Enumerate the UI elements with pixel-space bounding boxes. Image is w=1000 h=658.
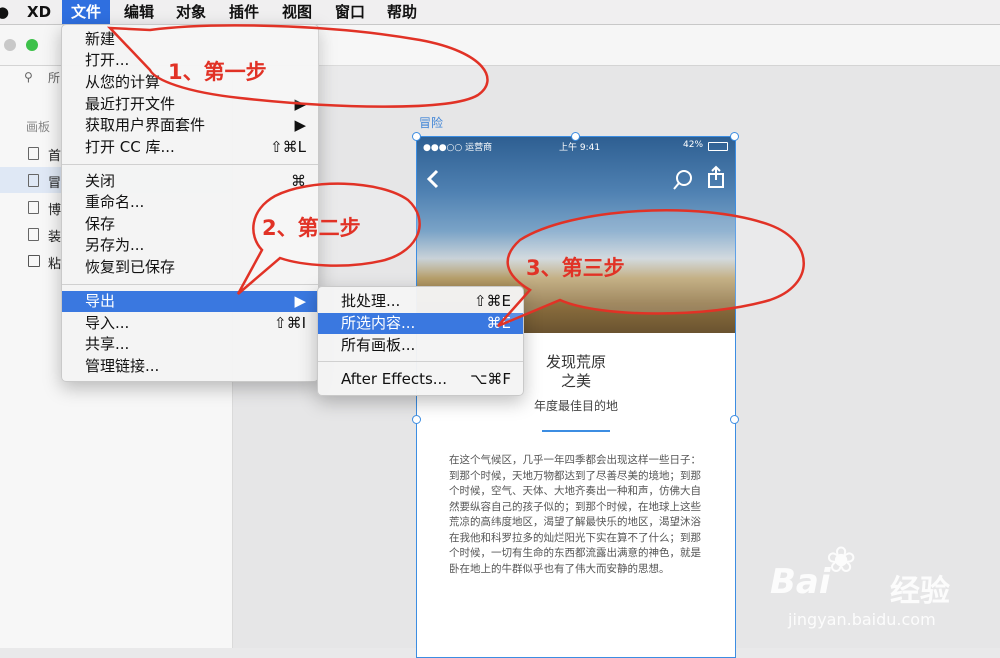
step-2-label: 2、第二步 [262,216,361,240]
watermark-url: jingyan.baidu.com [788,610,936,629]
speech-bubble-1 [106,24,489,108]
step-3-label: 3、第三步 [526,256,625,280]
watermark-brand-2: 经验 [890,574,950,609]
watermark-brand: Bai [770,562,831,602]
baidu-watermark: ❀ Bai 经验 jingyan.baidu.com [768,540,998,640]
step-1-label: 1、第一步 [168,60,267,84]
